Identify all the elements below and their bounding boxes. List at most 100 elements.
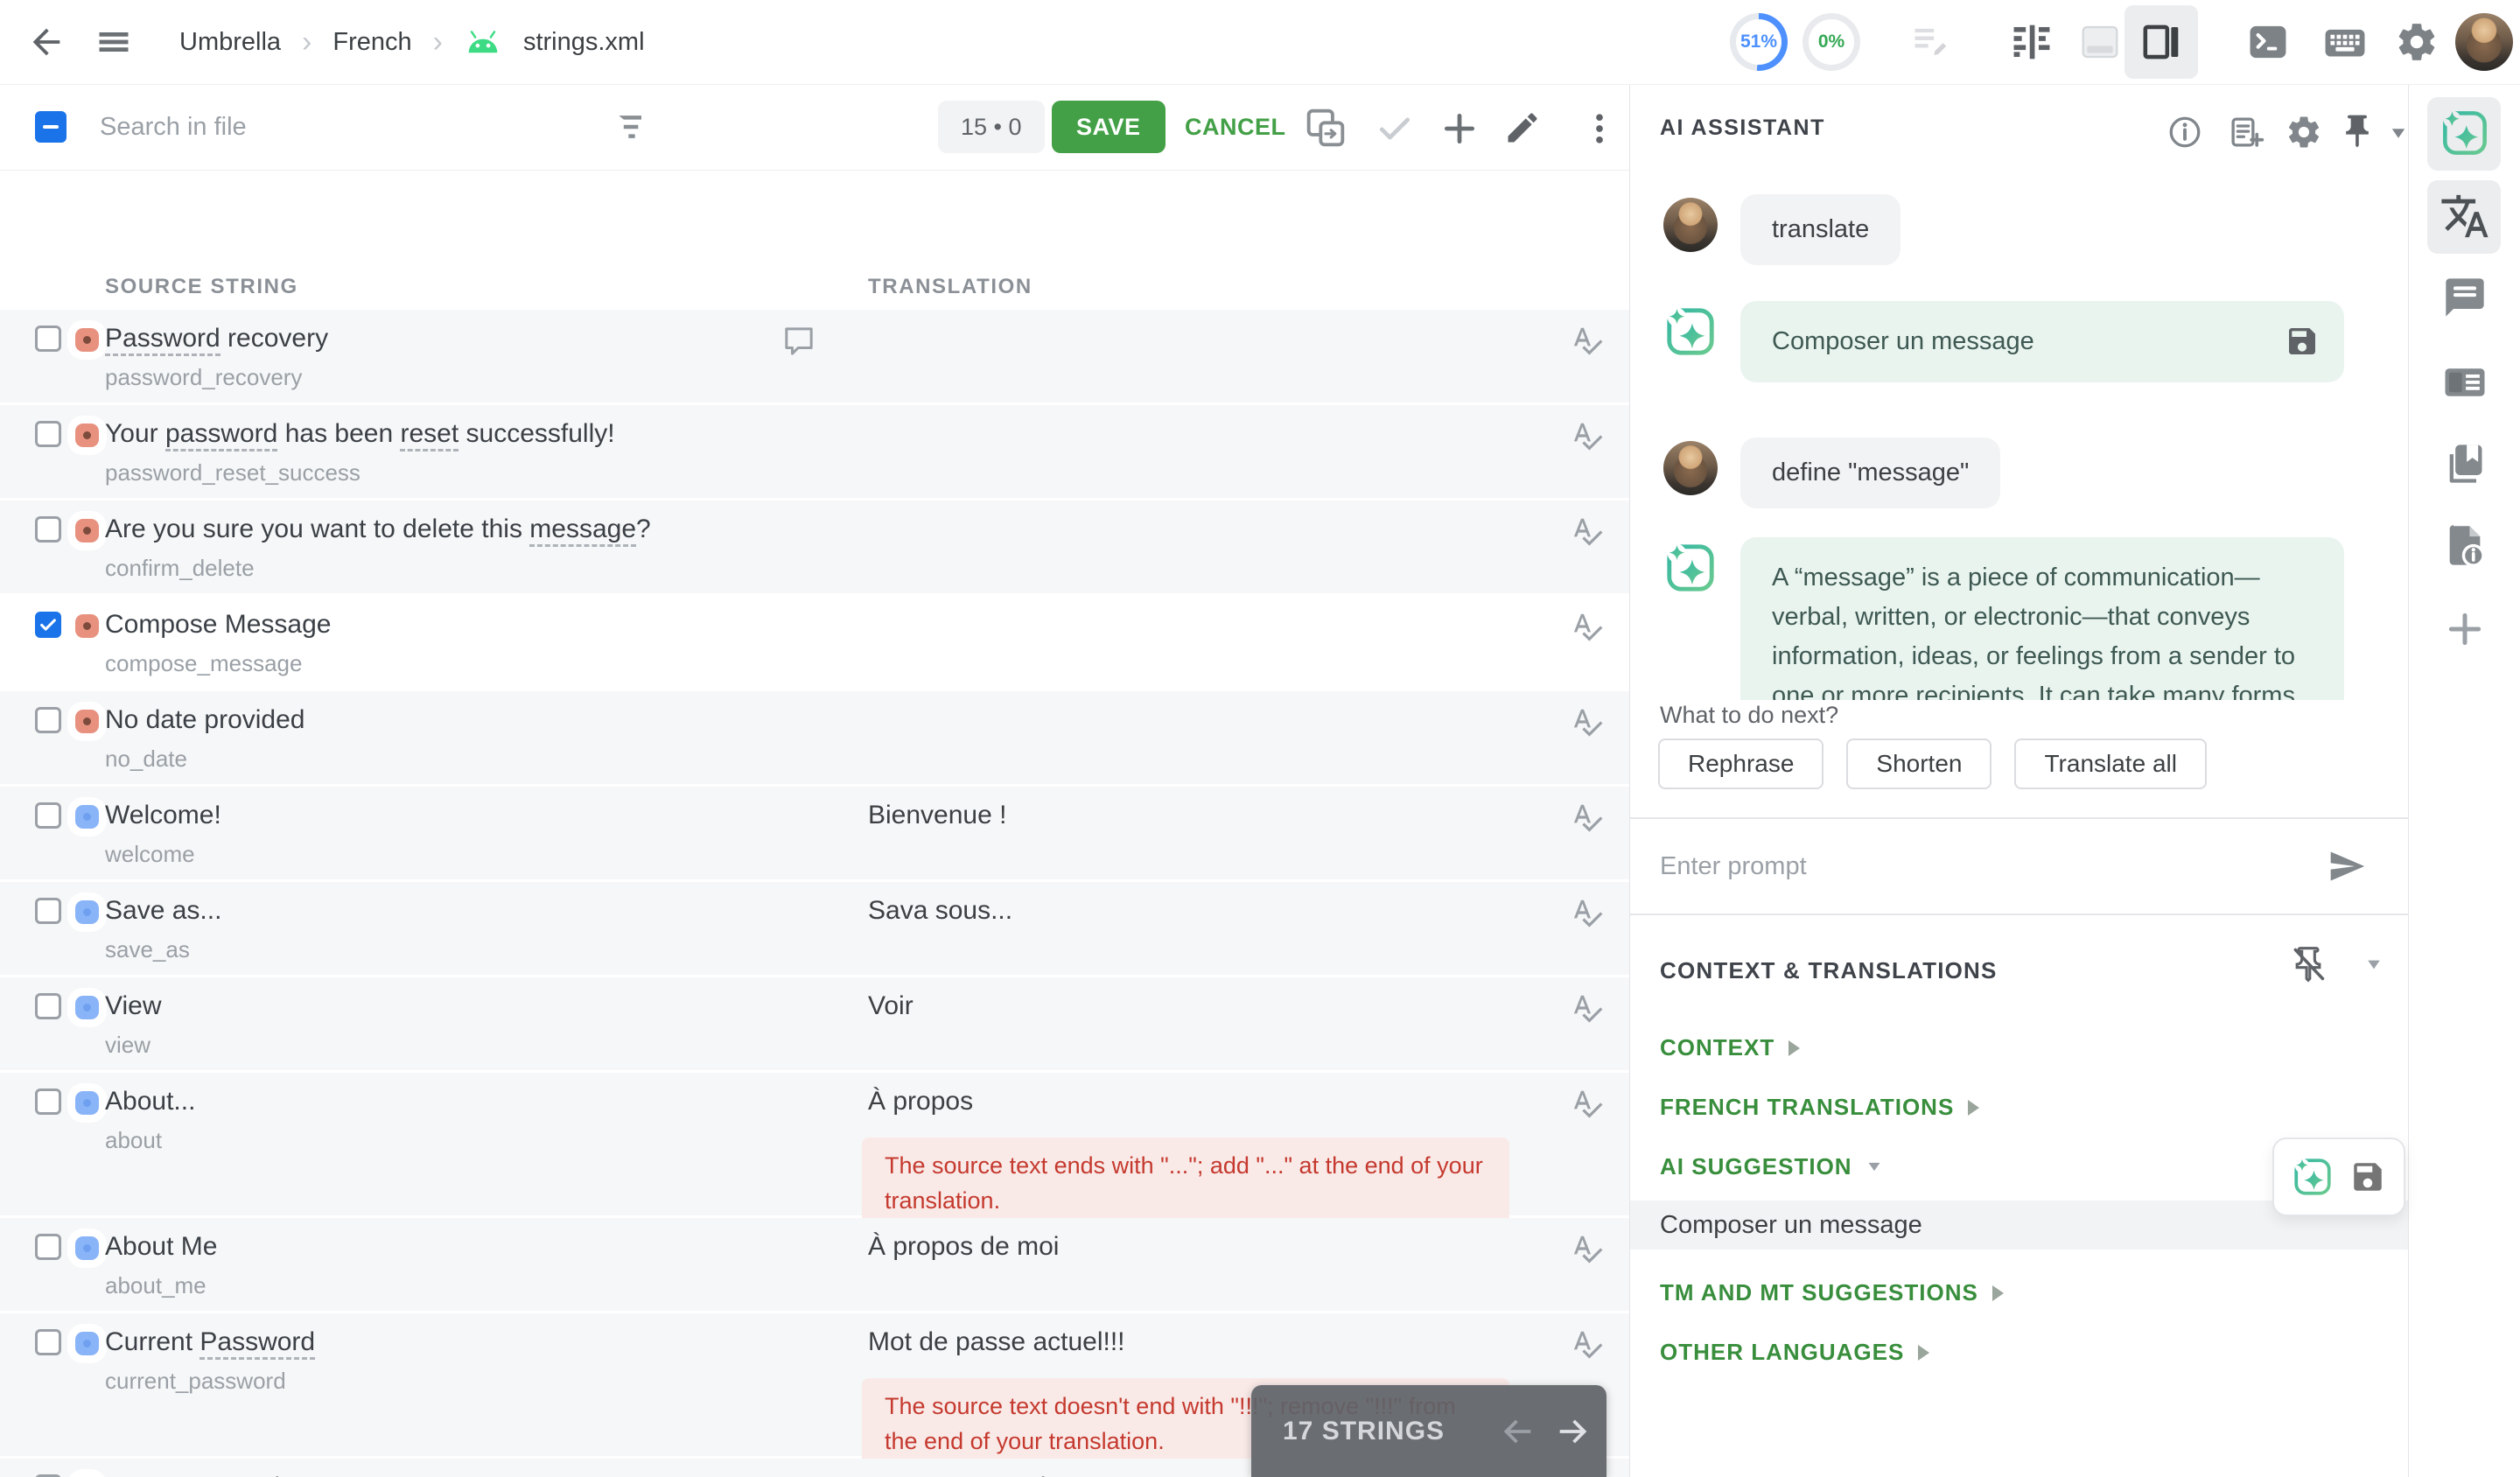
collapse-assistant-button[interactable] — [2390, 128, 2406, 139]
translation-text: Voir — [868, 991, 914, 1021]
approval-progress[interactable]: 0% — [1802, 0, 1860, 84]
string-row[interactable]: Save as...save_asSava sous... — [0, 882, 1629, 975]
context-card-tab[interactable] — [2409, 359, 2520, 406]
source-word: Compose Message — [105, 610, 331, 639]
tm-mt-suggestions-section[interactable]: TM AND MT SUGGESTIONS — [1660, 1279, 2004, 1306]
breadcrumb-file[interactable]: strings.xml — [523, 28, 645, 57]
breadcrumb-language[interactable]: French — [332, 28, 411, 57]
row-checkbox[interactable] — [35, 1088, 61, 1115]
translate-all-button[interactable]: Translate all — [2014, 738, 2206, 789]
approve-button[interactable] — [1376, 109, 1414, 152]
add-panel-tab[interactable] — [2409, 607, 2520, 651]
settings-button[interactable] — [2390, 0, 2443, 84]
ai-assistant-tab[interactable] — [2409, 108, 2520, 158]
french-translations-section[interactable]: FRENCH TRANSLATIONS — [1660, 1094, 1979, 1121]
string-row[interactable]: Compose Messagecompose_message — [0, 596, 1629, 689]
spellcheck-icon[interactable] — [1571, 419, 1604, 452]
bottom-panel-view-button[interactable] — [2074, 0, 2126, 84]
comments-tab[interactable] — [2409, 275, 2520, 320]
save-button[interactable]: SAVE — [1052, 101, 1166, 153]
ai-suggestion-text: Composer un message — [1660, 1211, 1922, 1240]
rephrase-button[interactable]: Rephrase — [1658, 738, 1824, 789]
row-checkbox[interactable] — [35, 612, 61, 638]
message-text: A “message” is a piece of communication—… — [1772, 564, 2302, 700]
breadcrumb-project[interactable]: Umbrella — [179, 28, 281, 57]
copy-source-button[interactable] — [1304, 106, 1348, 154]
send-icon — [2328, 847, 2366, 886]
shorten-button[interactable]: Shorten — [1846, 738, 1992, 789]
translation-progress[interactable]: 51% — [1730, 0, 1788, 84]
context-section[interactable]: CONTEXT — [1660, 1034, 1800, 1061]
console-button[interactable] — [2242, 0, 2294, 84]
spellcheck-icon[interactable] — [1571, 801, 1604, 834]
check-icon — [38, 615, 58, 634]
assistant-info-button[interactable] — [2166, 114, 2203, 155]
main-menu-button[interactable] — [94, 0, 133, 84]
row-checkbox[interactable] — [35, 326, 61, 352]
string-row[interactable]: Welcome!welcomeBienvenue ! — [0, 787, 1629, 879]
spellcheck-icon[interactable] — [1571, 705, 1604, 738]
other-languages-section[interactable]: OTHER LANGUAGES — [1660, 1339, 1929, 1366]
assistant-settings-button[interactable] — [2286, 114, 2322, 155]
user-menu[interactable] — [2455, 0, 2513, 84]
save-icon[interactable] — [2349, 1158, 2386, 1195]
string-row[interactable]: About...aboutÀ proposThe source text end… — [0, 1073, 1629, 1215]
search-input[interactable]: Search in file — [100, 84, 247, 170]
spellcheck-icon[interactable] — [1571, 324, 1604, 357]
row-checkbox[interactable] — [35, 707, 61, 733]
collapse-context-button[interactable] — [2366, 959, 2382, 970]
file-info-tab[interactable] — [2409, 523, 2520, 569]
prompt-input[interactable]: Enter prompt — [1660, 819, 1807, 914]
comment-bubble-icon[interactable] — [781, 324, 816, 359]
spellcheck-icon[interactable] — [1571, 1327, 1604, 1361]
spellcheck-icon[interactable] — [1571, 896, 1604, 929]
spellcheck-icon[interactable] — [1571, 610, 1604, 643]
string-row[interactable]: No date providedno_date — [0, 691, 1629, 784]
row-checkbox[interactable] — [35, 1329, 61, 1355]
translation-text: À propos — [868, 1087, 973, 1116]
side-by-side-view-button[interactable] — [2006, 0, 2058, 84]
row-checkbox[interactable] — [35, 993, 61, 1019]
ai-sparkle-icon[interactable] — [2292, 1156, 2334, 1198]
prev-arrow-icon[interactable] — [1497, 1411, 1537, 1452]
draft-notes-button[interactable] — [1906, 0, 1958, 84]
row-checkbox[interactable] — [35, 1234, 61, 1260]
shortcuts-button[interactable] — [2319, 0, 2371, 84]
back-button[interactable] — [26, 0, 66, 84]
more-actions-button[interactable] — [1580, 109, 1619, 152]
unpin-button[interactable] — [2289, 945, 2328, 988]
suggestion-hover-card — [2272, 1138, 2405, 1216]
row-checkbox[interactable] — [35, 802, 61, 829]
glossary-tab[interactable] — [2409, 441, 2520, 486]
ai-suggestion-section[interactable]: AI SUGGESTION — [1660, 1153, 1882, 1180]
next-arrow-icon[interactable] — [1553, 1411, 1593, 1452]
pin-panel-button[interactable] — [2338, 112, 2376, 155]
source-word: About... — [105, 1087, 195, 1116]
string-row[interactable]: About Meabout_meÀ propos de moi — [0, 1218, 1629, 1311]
string-row[interactable]: Your password has been reset successfull… — [0, 405, 1629, 498]
spellcheck-icon[interactable] — [1571, 991, 1604, 1025]
send-prompt-button[interactable] — [2328, 847, 2366, 890]
spellcheck-icon[interactable] — [1571, 514, 1604, 548]
select-all-checkbox[interactable] — [35, 111, 66, 143]
string-row[interactable]: Are you sure you want to delete this mes… — [0, 500, 1629, 593]
source-word: recovery — [220, 324, 328, 353]
edit-string-button[interactable] — [1503, 108, 1542, 151]
row-checkbox[interactable] — [35, 898, 61, 924]
cancel-button[interactable]: CANCEL — [1176, 101, 1295, 153]
row-checkbox[interactable] — [35, 421, 61, 447]
filter-button[interactable] — [612, 108, 651, 150]
string-row[interactable]: Password recoverypassword_recovery — [0, 310, 1629, 402]
spellcheck-icon[interactable] — [1571, 1232, 1604, 1265]
add-string-button[interactable] — [1440, 109, 1479, 152]
spellcheck-icon[interactable] — [1571, 1087, 1604, 1120]
section-label: OTHER LANGUAGES — [1660, 1339, 1904, 1366]
new-conversation-button[interactable] — [2228, 114, 2264, 155]
right-panel-view-button[interactable] — [2124, 0, 2198, 84]
translate-tab[interactable] — [2409, 191, 2520, 242]
save-suggestion-button[interactable] — [2285, 324, 2320, 371]
string-row[interactable]: ViewviewVoir — [0, 977, 1629, 1070]
save-icon[interactable] — [2285, 324, 2320, 359]
row-checkbox[interactable] — [35, 516, 61, 542]
source-word: password — [165, 419, 277, 452]
